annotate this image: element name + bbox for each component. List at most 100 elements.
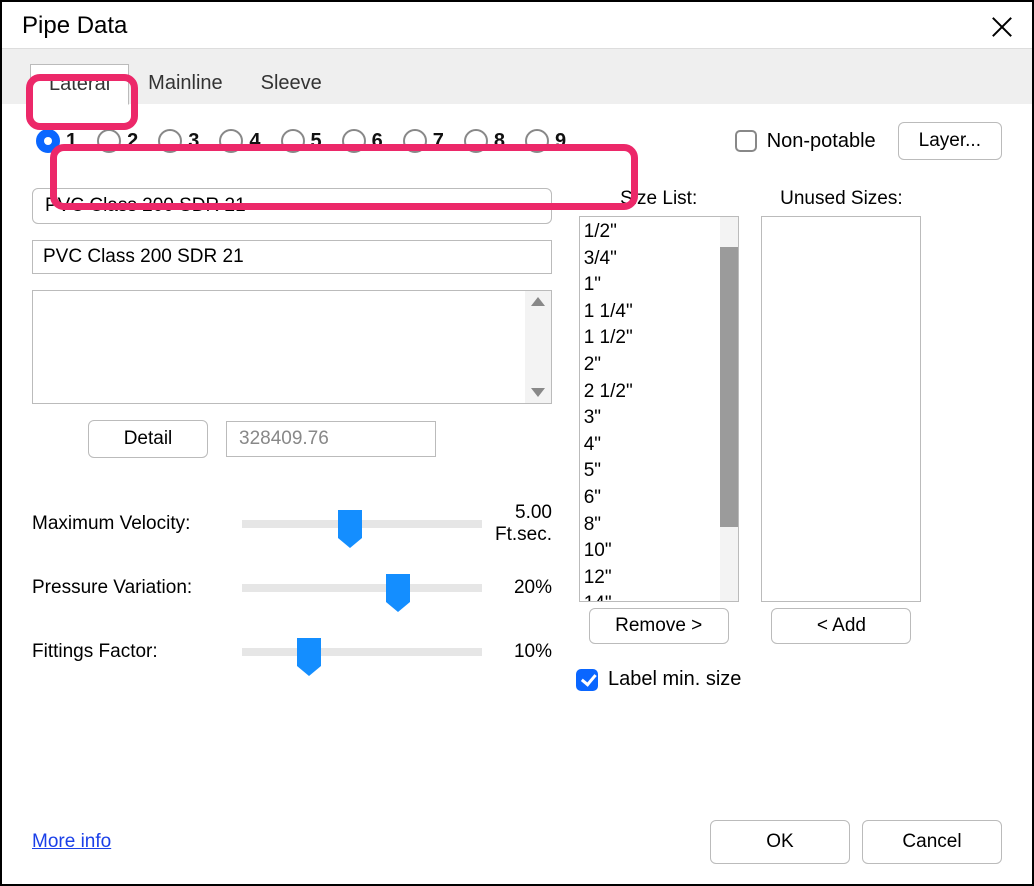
unused-sizes-title: Unused Sizes: bbox=[780, 188, 903, 210]
size-list-box[interactable]: 1/2"3/4"1"1 1/4"1 1/2"2"2 1/2"3"4"5"6"8"… bbox=[579, 216, 739, 602]
pressure-variation-label: Pressure Variation: bbox=[32, 577, 232, 599]
non-potable-label: Non-potable bbox=[767, 130, 876, 153]
radio-label: 3 bbox=[188, 130, 199, 153]
pipe-class-display-field[interactable] bbox=[32, 240, 552, 274]
layer-button[interactable]: Layer... bbox=[898, 122, 1002, 160]
pipe-number-radio-8[interactable]: 8 bbox=[464, 129, 505, 153]
pipe-number-radio-9[interactable]: 9 bbox=[525, 129, 566, 153]
size-list-item[interactable]: 1" bbox=[584, 272, 716, 299]
footer-buttons: OK Cancel bbox=[710, 820, 1002, 864]
detail-button[interactable]: Detail bbox=[88, 420, 208, 458]
max-velocity-value: 5.00 Ft.sec. bbox=[492, 502, 552, 546]
fittings-factor-slider[interactable] bbox=[242, 648, 482, 656]
max-velocity-slider[interactable] bbox=[242, 520, 482, 528]
tab-sleeve[interactable]: Sleeve bbox=[242, 63, 341, 104]
dialog-title: Pipe Data bbox=[22, 12, 127, 40]
unused-sizes-box[interactable] bbox=[761, 216, 921, 602]
titlebar: Pipe Data bbox=[2, 2, 1032, 48]
pressure-variation-value: 20% bbox=[492, 577, 552, 599]
slider-thumb[interactable] bbox=[386, 574, 410, 602]
size-list-item[interactable]: 3" bbox=[584, 405, 716, 432]
size-list-item[interactable]: 3/4" bbox=[584, 246, 716, 273]
fittings-factor-row: Fittings Factor: 10% bbox=[32, 628, 552, 676]
tab-content: 1 2 3 4 5 6 7 8 9 Non-potable Layer... PVC Class… bbox=[2, 104, 1032, 804]
radio-icon bbox=[97, 129, 121, 153]
pipe-number-radio-3[interactable]: 3 bbox=[158, 129, 199, 153]
tab-mainline[interactable]: Mainline bbox=[129, 63, 241, 104]
pipe-number-radio-5[interactable]: 5 bbox=[281, 129, 322, 153]
pipe-number-radio-group: 1 2 3 4 5 6 7 8 9 bbox=[32, 125, 576, 157]
radio-icon bbox=[158, 129, 182, 153]
left-column: PVC Class 200 SDR 21 Detail 328409.76 bbox=[32, 188, 552, 691]
scroll-up-icon[interactable] bbox=[531, 297, 545, 306]
more-info-link[interactable]: More info bbox=[32, 831, 111, 853]
checkbox-icon bbox=[735, 130, 757, 152]
size-list-column: Size List: 1/2"3/4"1"1 1/4"1 1/2"2"2 1/2… bbox=[576, 188, 741, 691]
label-min-size-checkbox[interactable]: Label min. size bbox=[576, 668, 741, 691]
close-icon[interactable] bbox=[992, 16, 1012, 36]
size-list-item[interactable]: 10" bbox=[584, 538, 716, 565]
listbox-scrollbar[interactable] bbox=[720, 217, 738, 601]
radio-icon bbox=[36, 129, 60, 153]
size-list-item[interactable]: 2" bbox=[584, 352, 716, 379]
radio-icon bbox=[281, 129, 305, 153]
radio-icon bbox=[464, 129, 488, 153]
max-velocity-row: Maximum Velocity: 5.00 Ft.sec. bbox=[32, 500, 552, 548]
tab-lateral[interactable]: Lateral bbox=[30, 64, 129, 105]
pipe-class-selected-text: PVC Class 200 SDR 21 bbox=[45, 195, 246, 217]
pipe-number-radio-7[interactable]: 7 bbox=[403, 129, 444, 153]
radio-label: 1 bbox=[66, 130, 77, 153]
radio-label: 6 bbox=[372, 130, 383, 153]
size-list-item[interactable]: 4" bbox=[584, 432, 716, 459]
slider-thumb[interactable] bbox=[338, 510, 362, 538]
radio-icon bbox=[219, 129, 243, 153]
chevron-down-icon bbox=[527, 203, 539, 210]
radio-label: 4 bbox=[249, 130, 260, 153]
radio-label: 5 bbox=[311, 130, 322, 153]
pipe-number-radio-1[interactable]: 1 bbox=[36, 129, 77, 153]
tabs-row: LateralMainlineSleeve bbox=[2, 48, 1032, 104]
radio-icon bbox=[342, 129, 366, 153]
detail-value-field: 328409.76 bbox=[226, 421, 436, 457]
size-list-title: Size List: bbox=[620, 188, 697, 210]
radio-label: 8 bbox=[494, 130, 505, 153]
size-list-item[interactable]: 6" bbox=[584, 485, 716, 512]
add-button[interactable]: < Add bbox=[771, 608, 911, 644]
size-list-item[interactable]: 2 1/2" bbox=[584, 379, 716, 406]
pressure-variation-row: Pressure Variation: 20% bbox=[32, 564, 552, 612]
label-min-size-text: Label min. size bbox=[608, 668, 741, 691]
size-list-item[interactable]: 12" bbox=[584, 565, 716, 592]
remove-button[interactable]: Remove > bbox=[589, 608, 729, 644]
radio-label: 2 bbox=[127, 130, 138, 153]
unused-sizes-column: Unused Sizes: < Add bbox=[761, 188, 921, 691]
size-list-item[interactable]: 5" bbox=[584, 458, 716, 485]
max-velocity-label: Maximum Velocity: bbox=[32, 513, 232, 535]
pressure-variation-slider[interactable] bbox=[242, 584, 482, 592]
size-list-item[interactable]: 8" bbox=[584, 512, 716, 539]
textarea-body[interactable] bbox=[33, 291, 525, 403]
right-column: Size List: 1/2"3/4"1"1 1/4"1 1/2"2"2 1/2… bbox=[576, 188, 1002, 691]
scrollbar-thumb[interactable] bbox=[720, 247, 738, 527]
notes-textarea[interactable] bbox=[32, 290, 552, 404]
radio-icon bbox=[403, 129, 427, 153]
pipe-data-dialog: Pipe Data LateralMainlineSleeve 1 2 3 4 5 6 7 8… bbox=[0, 0, 1034, 886]
pipe-number-radio-2[interactable]: 2 bbox=[97, 129, 138, 153]
cancel-button[interactable]: Cancel bbox=[862, 820, 1002, 864]
size-list-item[interactable]: 14" bbox=[584, 591, 716, 602]
slider-thumb[interactable] bbox=[297, 638, 321, 666]
scroll-down-icon[interactable] bbox=[531, 388, 545, 397]
ok-button[interactable]: OK bbox=[710, 820, 850, 864]
radio-label: 9 bbox=[555, 130, 566, 153]
pipe-number-radio-4[interactable]: 4 bbox=[219, 129, 260, 153]
detail-row: Detail 328409.76 bbox=[32, 420, 552, 458]
checkbox-icon bbox=[576, 669, 598, 691]
pipe-class-select[interactable]: PVC Class 200 SDR 21 bbox=[32, 188, 552, 224]
non-potable-checkbox[interactable]: Non-potable bbox=[735, 130, 876, 153]
size-list-item[interactable]: 1 1/2" bbox=[584, 325, 716, 352]
size-list-item[interactable]: 1 1/4" bbox=[584, 299, 716, 326]
pipe-number-radio-6[interactable]: 6 bbox=[342, 129, 383, 153]
textarea-scrollbar[interactable] bbox=[525, 291, 551, 403]
radio-label: 7 bbox=[433, 130, 444, 153]
size-list-item[interactable]: 1/2" bbox=[584, 219, 716, 246]
main-columns: PVC Class 200 SDR 21 Detail 328409.76 bbox=[32, 188, 1002, 691]
